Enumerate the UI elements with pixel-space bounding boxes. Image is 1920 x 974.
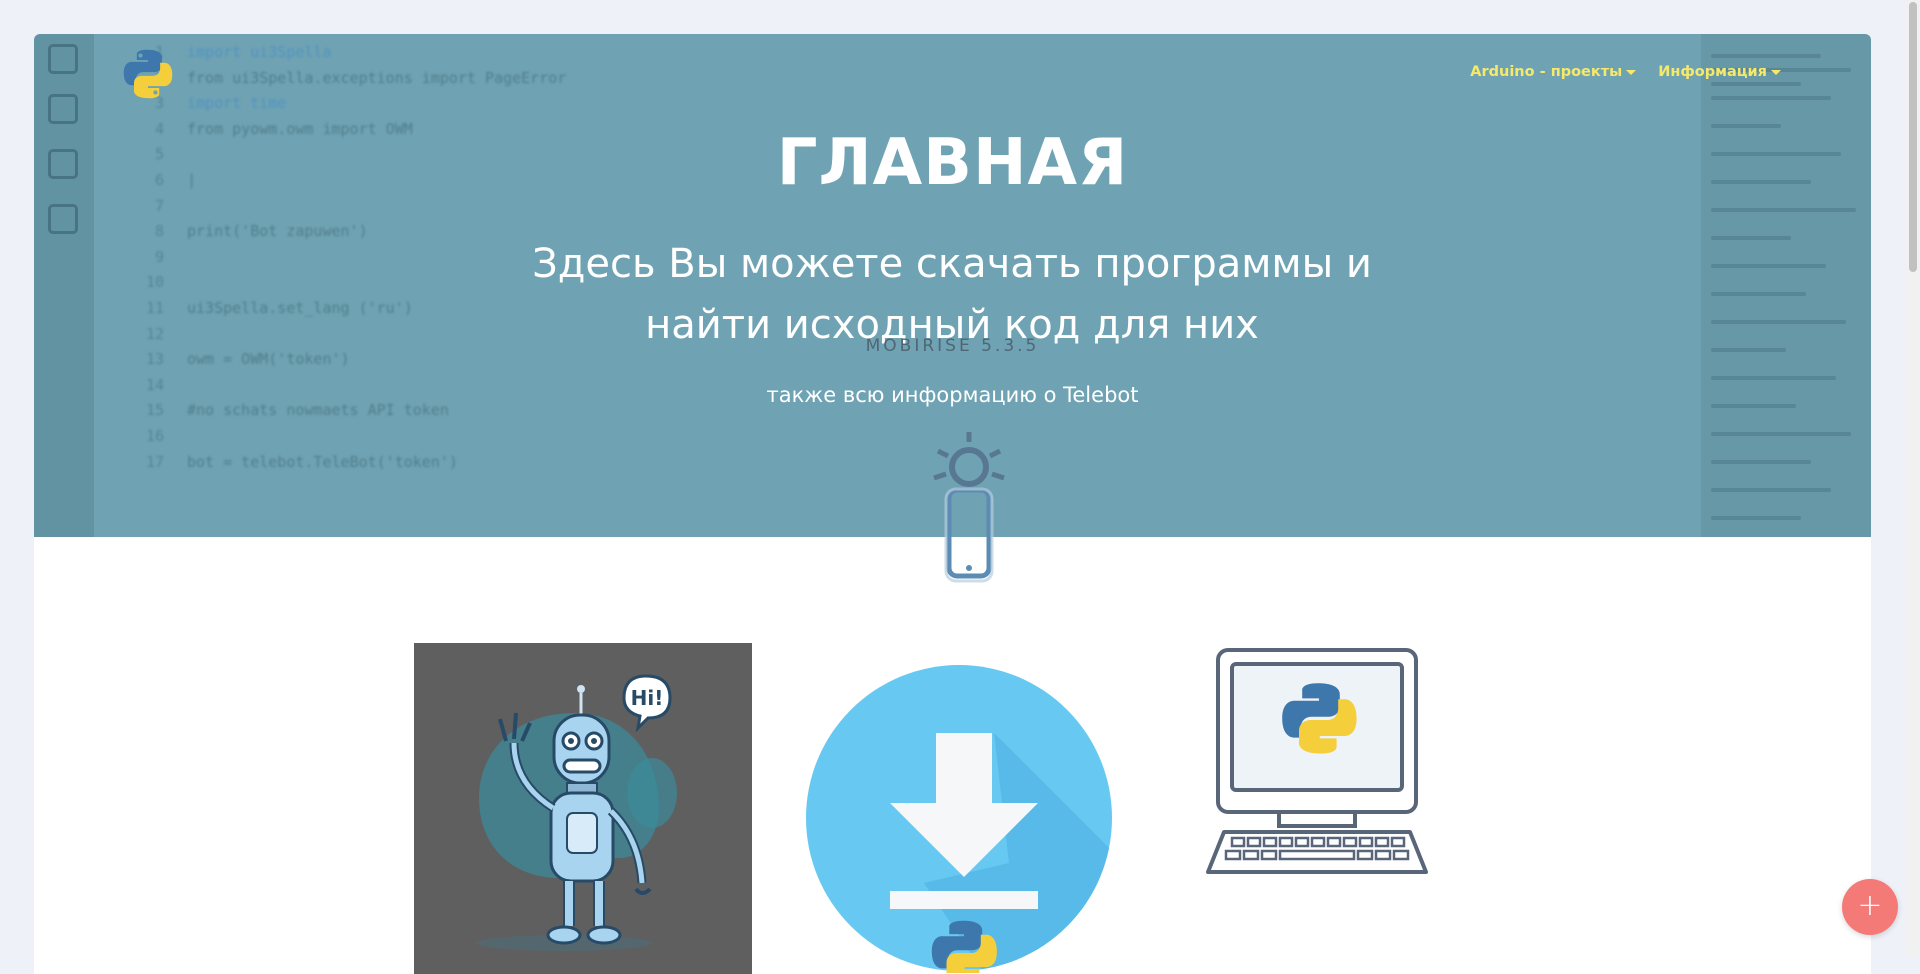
line-numbers: 1 2 3 4 5 6 7 8 9 10 11 12 13 14 15 16 1… <box>124 40 164 475</box>
nav-information[interactable]: Информация <box>1658 64 1781 80</box>
line-number: 11 <box>145 298 164 317</box>
add-block-button[interactable]: + <box>1842 879 1898 935</box>
python-logo-icon[interactable] <box>120 46 176 102</box>
robot-speech-bubble: Hi! <box>631 686 664 710</box>
mobirise-watermark: MOBIRISE 5.3.5 <box>865 336 1040 356</box>
line-number: 10 <box>145 273 164 292</box>
editor-activity-bar <box>34 34 94 537</box>
main-nav: Arduino - проекты Информация <box>1470 64 1781 80</box>
caret-down-icon <box>1771 69 1781 75</box>
feature-robot-card[interactable]: Hi! <box>414 643 752 974</box>
run-icon <box>48 94 78 124</box>
nav-information-label: Информация <box>1658 64 1767 80</box>
nav-arduino-projects-label: Arduino - проекты <box>1470 64 1623 80</box>
page-title: ГЛАВНАЯ <box>776 126 1129 200</box>
feature-download-card[interactable] <box>804 663 1114 974</box>
line-number: 9 <box>154 247 164 266</box>
feature-computer-card[interactable] <box>1204 648 1430 880</box>
nav-arduino-projects[interactable]: Arduino - проекты <box>1470 64 1637 80</box>
robot-hi-illustration: Hi! <box>476 674 677 951</box>
hero-subtitle-line1: Здесь Вы можете скачать программы и <box>532 241 1372 287</box>
code-line: from ui3Spella.exceptions import PageErr… <box>187 68 567 87</box>
mobirise-phone-icon <box>933 432 1005 583</box>
download-python-icon <box>806 665 1112 974</box>
line-number: 17 <box>145 452 164 471</box>
code-line: import ui3Spella <box>187 43 332 61</box>
line-number: 16 <box>145 426 164 445</box>
plus-icon: + <box>1857 888 1883 923</box>
editor-minimap <box>1701 34 1871 537</box>
page-scrollbar[interactable] <box>1906 0 1920 957</box>
test-icon <box>48 204 78 234</box>
scrollbar-thumb[interactable] <box>1909 2 1917 272</box>
code-line: import time <box>187 94 287 113</box>
explorer-icon <box>48 44 78 74</box>
computer-python-icon <box>1206 648 1428 874</box>
caret-down-icon <box>1626 69 1637 75</box>
line-number: 8 <box>154 222 164 241</box>
page-container: 1 2 3 4 5 6 7 8 9 10 11 12 13 14 15 16 1… <box>34 34 1871 974</box>
